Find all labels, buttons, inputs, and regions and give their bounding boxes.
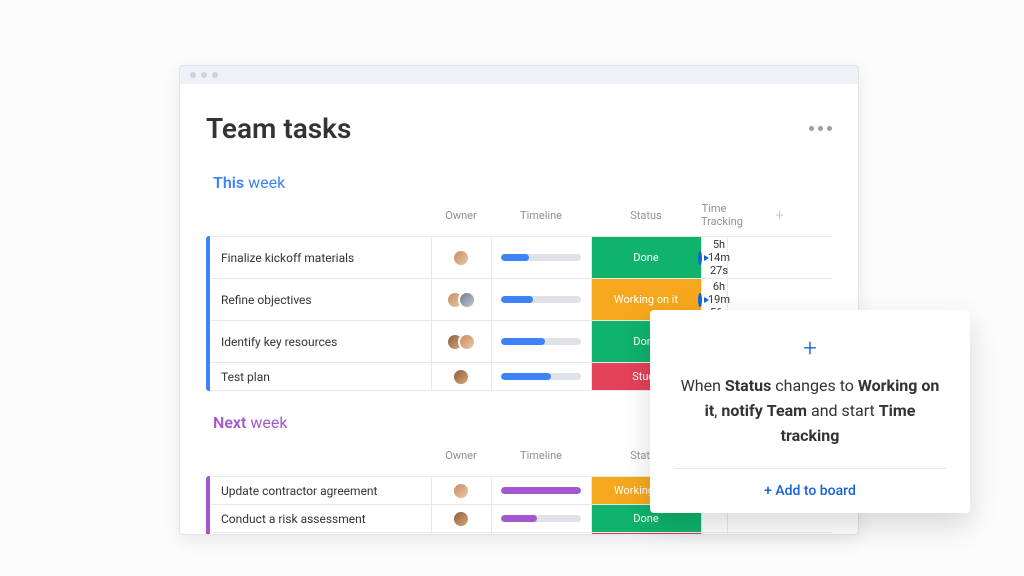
timeline-cell[interactable] — [491, 505, 591, 533]
timeline-cell[interactable] — [491, 477, 591, 505]
owner-cell[interactable] — [431, 533, 491, 535]
task-name-cell[interactable]: Conduct a risk assessment — [211, 505, 431, 533]
task-name-cell[interactable]: Refine objectives — [211, 279, 431, 321]
col-owner[interactable]: Owner — [431, 198, 491, 237]
play-icon[interactable] — [698, 293, 702, 307]
task-name-cell[interactable]: Update contractor agreement — [211, 477, 431, 505]
avatar — [458, 291, 476, 309]
avatar — [452, 249, 470, 267]
owner-cell[interactable] — [431, 321, 491, 363]
plus-icon: + — [674, 336, 946, 360]
page-title: Team tasks — [206, 112, 351, 145]
status-cell[interactable]: Stuck — [591, 533, 701, 535]
avatar — [452, 510, 470, 528]
table-row[interactable]: Monitor budget Stuck — [211, 533, 832, 535]
timeline-cell[interactable] — [491, 279, 591, 321]
more-menu-button[interactable] — [809, 126, 832, 131]
timeline-cell[interactable] — [491, 533, 591, 535]
empty-cell — [727, 237, 832, 279]
col-timeline[interactable]: Timeline — [491, 438, 591, 477]
task-name-cell[interactable]: Identify key resources — [211, 321, 431, 363]
owner-cell[interactable] — [431, 477, 491, 505]
col-owner[interactable]: Owner — [431, 438, 491, 477]
owner-cell[interactable] — [431, 237, 491, 279]
avatar — [452, 368, 470, 386]
time-tracking-cell[interactable]: 5h 14m 27s — [701, 237, 727, 279]
avatar — [458, 333, 476, 351]
owner-cell[interactable] — [431, 505, 491, 533]
col-timeline[interactable]: Timeline — [491, 198, 591, 237]
timeline-cell[interactable] — [491, 363, 591, 391]
owner-cell[interactable] — [431, 279, 491, 321]
group-title[interactable]: This week — [213, 173, 832, 192]
owner-cell[interactable] — [431, 363, 491, 391]
task-name-cell[interactable]: Test plan — [211, 363, 431, 391]
timeline-cell[interactable] — [491, 321, 591, 363]
time-tracking-cell[interactable] — [701, 533, 727, 535]
automation-card: + When Status changes to Working on it, … — [650, 310, 970, 513]
col-status[interactable]: Status — [591, 198, 701, 237]
play-icon[interactable] — [698, 251, 702, 265]
task-name-cell[interactable]: Monitor budget — [211, 533, 431, 535]
window-chrome — [180, 66, 858, 84]
title-row: Team tasks — [206, 112, 832, 145]
add-to-board-button[interactable]: + Add to board — [674, 468, 946, 499]
timeline-cell[interactable] — [491, 237, 591, 279]
table-row[interactable]: Finalize kickoff materials Done5h 14m 27s — [211, 237, 832, 279]
automation-rule-text: When Status changes to Working on it, no… — [674, 374, 946, 448]
avatar — [452, 482, 470, 500]
task-name-cell[interactable]: Finalize kickoff materials — [211, 237, 431, 279]
col-time-tracking[interactable]: Time Tracking — [701, 198, 727, 237]
empty-cell — [727, 533, 832, 535]
status-cell[interactable]: Done — [591, 237, 701, 279]
